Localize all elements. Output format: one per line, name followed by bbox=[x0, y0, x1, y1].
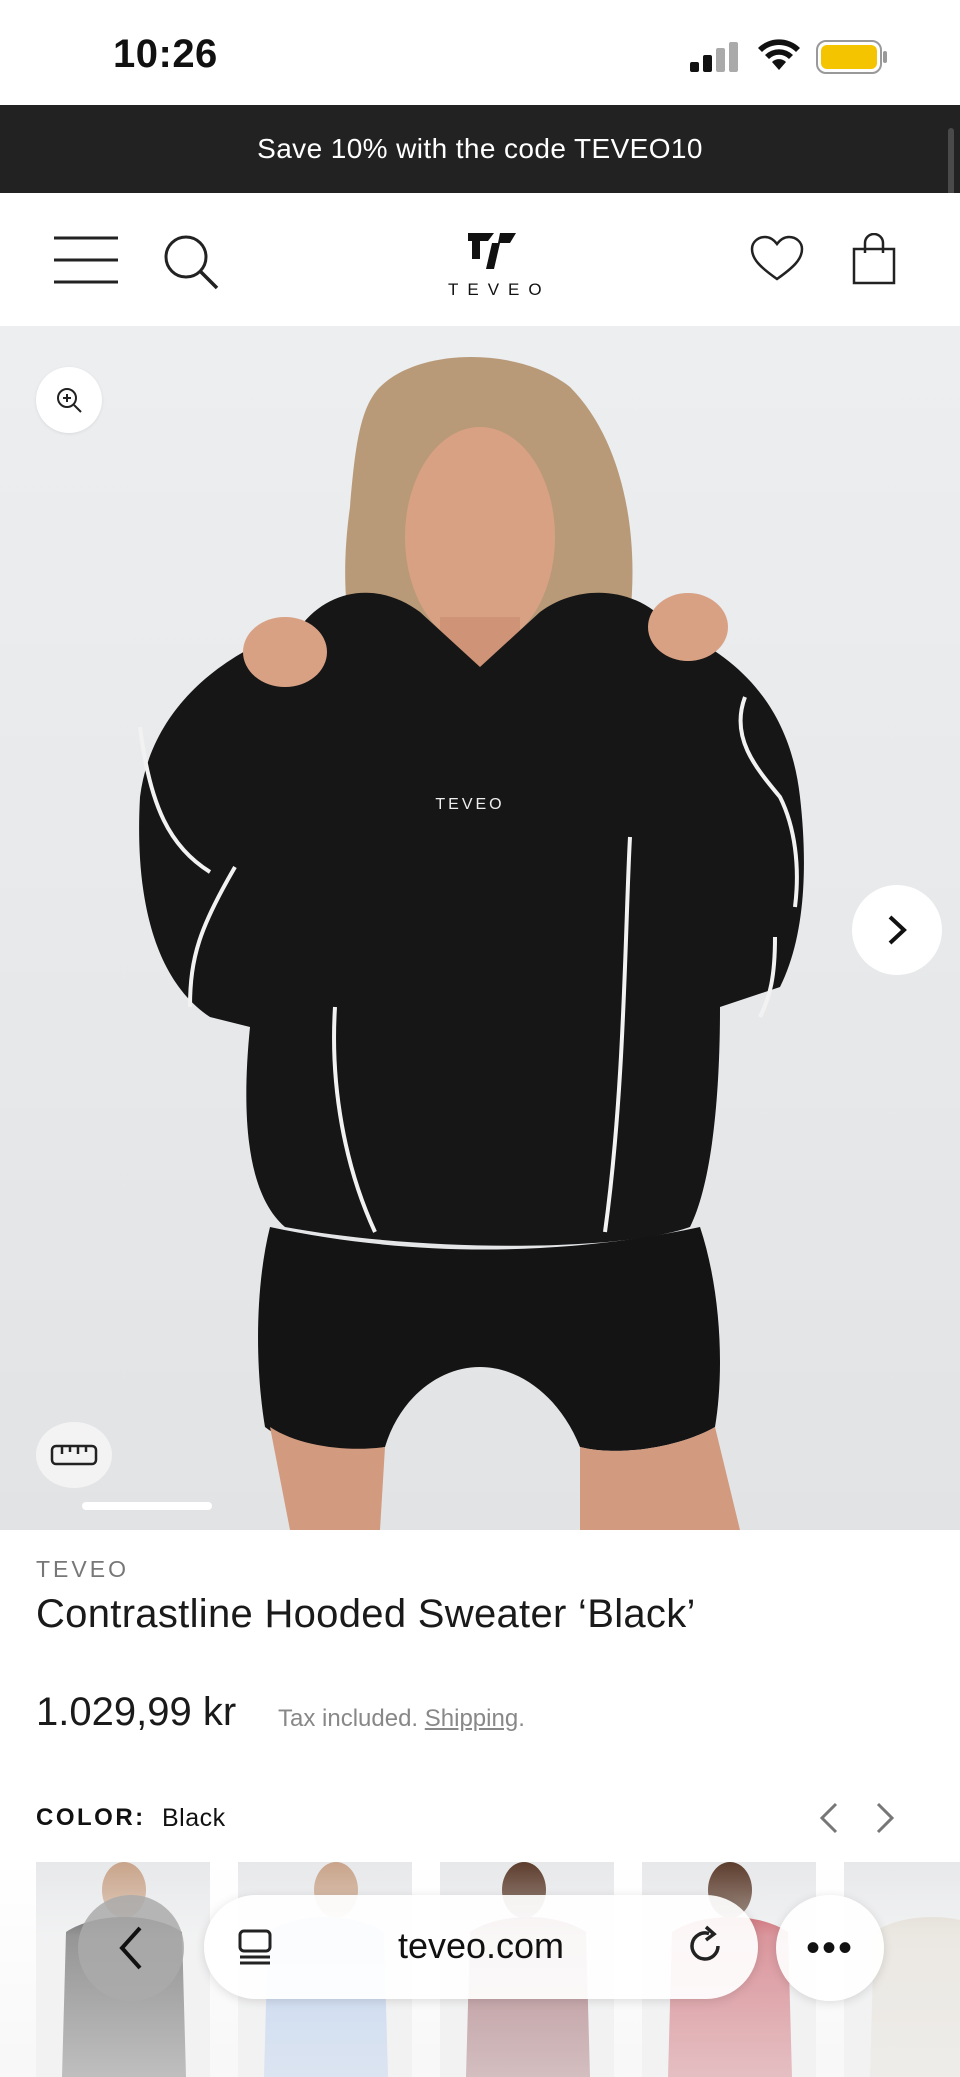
logo-wordmark: TEVEO bbox=[448, 280, 551, 299]
ruler-icon bbox=[50, 1444, 98, 1466]
shipping-link[interactable]: Shipping bbox=[425, 1705, 518, 1732]
promo-text: Save 10% with the code TEVEO10 bbox=[257, 133, 703, 164]
site-header: TEVEO bbox=[0, 193, 960, 327]
color-next-chevron-icon[interactable] bbox=[870, 1800, 900, 1836]
gallery-progress-indicator bbox=[82, 1502, 212, 1510]
product-brand[interactable]: TEVEO bbox=[36, 1556, 129, 1583]
wifi-icon bbox=[758, 39, 800, 70]
product-image-gallery[interactable]: TEVEO bbox=[0, 327, 960, 1530]
chevron-left-icon bbox=[119, 1926, 142, 1970]
hoodie-print-text: TEVEO bbox=[435, 796, 504, 813]
battery-icon bbox=[816, 40, 887, 74]
zoom-button[interactable] bbox=[36, 367, 102, 433]
tax-note: Tax included. Shipping. bbox=[278, 1705, 525, 1733]
address-bar[interactable]: teveo.com bbox=[204, 1895, 758, 1999]
browser-back-button[interactable] bbox=[78, 1895, 184, 2001]
wishlist-heart-icon[interactable] bbox=[750, 235, 804, 283]
product-title: Contrastline Hooded Sweater ‘Black’ bbox=[36, 1592, 696, 1636]
menu-icon[interactable] bbox=[54, 235, 118, 285]
product-price: 1.029,99 kr bbox=[36, 1690, 237, 1734]
chevron-right-icon bbox=[888, 915, 907, 945]
search-icon[interactable] bbox=[162, 233, 220, 291]
url-text: teveo.com bbox=[397, 1925, 565, 1966]
tax-text: Tax included. bbox=[278, 1705, 419, 1732]
more-dots-icon: ••• bbox=[805, 1925, 854, 1970]
color-label: COLOR: bbox=[36, 1804, 146, 1831]
tax-suffix: . bbox=[518, 1705, 525, 1732]
browser-more-button[interactable]: ••• bbox=[776, 1895, 884, 2001]
gallery-next-button[interactable] bbox=[852, 885, 942, 975]
product-photo: TEVEO bbox=[138, 357, 804, 1530]
logo-mark-icon bbox=[468, 233, 516, 269]
teveo-logo[interactable]: TEVEO bbox=[440, 229, 544, 309]
zoom-in-icon bbox=[57, 388, 82, 413]
reload-icon[interactable] bbox=[684, 1925, 726, 1967]
status-bar: 10:26 bbox=[0, 0, 960, 105]
color-value: Black bbox=[162, 1804, 226, 1832]
size-guide-button[interactable] bbox=[36, 1422, 112, 1488]
promo-banner[interactable]: Save 10% with the code TEVEO10 bbox=[0, 105, 960, 193]
color-selector: COLOR: Black bbox=[36, 1800, 924, 1840]
cellular-signal-icon bbox=[690, 42, 738, 72]
status-time: 10:26 bbox=[113, 32, 218, 76]
shopping-bag-icon[interactable] bbox=[850, 233, 898, 285]
color-prev-chevron-icon[interactable] bbox=[814, 1800, 844, 1836]
